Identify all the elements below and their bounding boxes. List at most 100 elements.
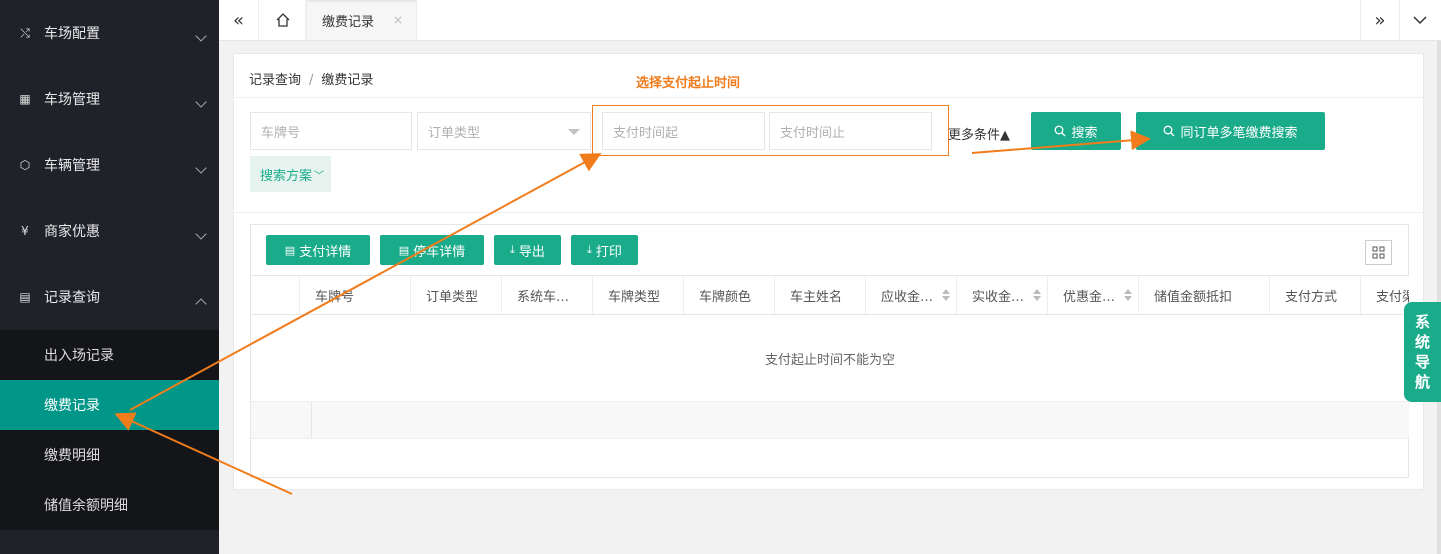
export-button[interactable]: ⤓ 导出 bbox=[494, 235, 561, 265]
tab-payment-records[interactable]: 缴费记录 × bbox=[306, 0, 417, 40]
column-header[interactable]: 车牌号 bbox=[300, 276, 411, 314]
empty-message: 支付起止时间不能为空 bbox=[764, 353, 895, 368]
scroll-left-icon[interactable]: « bbox=[219, 0, 259, 40]
sysnav-char: 导 bbox=[1414, 353, 1430, 371]
content-card: 记录查询 / 缴费记录 选择支付起止时间 车牌号 订单类型 支付时间起 支付时间止 … bbox=[233, 53, 1424, 490]
order-type-select[interactable]: 订单类型 bbox=[417, 112, 591, 150]
export-label: 导出 bbox=[518, 244, 545, 260]
sortable-column-header[interactable]: 实收金… bbox=[957, 276, 1048, 314]
menu-item-lot-management[interactable]: ▦ 车场管理 bbox=[0, 66, 219, 132]
column-header[interactable]: 车牌颜色 bbox=[684, 276, 775, 314]
menu-label: 车场配置 bbox=[44, 26, 100, 42]
column-label: 应收金… bbox=[881, 290, 934, 305]
yen-icon: ¥ bbox=[21, 224, 29, 238]
column-header[interactable]: 支付渠 bbox=[1361, 276, 1409, 314]
list-icon: ▤ bbox=[398, 243, 410, 257]
scroll-right-icon[interactable]: » bbox=[1360, 0, 1400, 40]
chevron-up-icon bbox=[195, 298, 207, 310]
sidebar-item-entry-exit-records[interactable]: 出入场记录 bbox=[0, 330, 219, 380]
tools-icon: ⤭ bbox=[20, 25, 30, 40]
plate-number-input[interactable]: 车牌号 bbox=[250, 112, 412, 150]
caret-down-icon bbox=[568, 129, 580, 135]
search-button[interactable]: 搜索 bbox=[1031, 112, 1121, 150]
menu-label: 车辆管理 bbox=[44, 158, 100, 174]
scrollbar[interactable] bbox=[1437, 41, 1441, 554]
menu-label: 记录查询 bbox=[44, 290, 100, 306]
sortable-column-header[interactable]: 应收金… bbox=[866, 276, 957, 314]
menu-item-lot-config[interactable]: ⤭ 车场配置 bbox=[0, 0, 219, 66]
footer-cell bbox=[251, 402, 312, 439]
sysnav-char: 航 bbox=[1414, 373, 1430, 391]
breadcrumb: 记录查询 / 缴费记录 bbox=[249, 69, 373, 88]
sidebar-item-balance-details[interactable]: 储值余额明细 bbox=[0, 480, 219, 530]
search-button-label: 搜索 bbox=[1071, 125, 1098, 141]
breadcrumb-separator: / bbox=[309, 73, 314, 88]
table-header: 车牌号 订单类型 系统车… 车牌类型 车牌颜色 车主姓名 应收金… 实收金… 优… bbox=[251, 275, 1409, 315]
download-icon: ⤓ bbox=[587, 243, 592, 256]
multi-search-label: 同订单多笔缴费搜索 bbox=[1180, 125, 1298, 141]
column-label: 实收金… bbox=[972, 290, 1025, 305]
column-header[interactable]: 储值金额抵扣 bbox=[1139, 276, 1270, 314]
column-label: 优惠金… bbox=[1063, 290, 1116, 305]
table-footer bbox=[251, 401, 1409, 439]
column-header[interactable]: 车牌类型 bbox=[593, 276, 684, 314]
menu-item-record-query[interactable]: ▤ 记录查询 bbox=[0, 264, 219, 330]
list-icon: ▤ bbox=[284, 243, 296, 257]
menu-label: 商家优惠 bbox=[44, 224, 100, 240]
sysnav-char: 系 bbox=[1414, 313, 1430, 331]
chevron-down-icon bbox=[195, 162, 207, 174]
column-header[interactable]: 系统车… bbox=[502, 276, 593, 314]
chevron-down-icon: ﹀ bbox=[314, 170, 325, 182]
tab-bar: « 缴费记录 × » bbox=[219, 0, 1441, 41]
sidebar-item-payment-records[interactable]: 缴费记录 bbox=[0, 380, 219, 430]
column-header[interactable]: 支付方式 bbox=[1270, 276, 1361, 314]
order-type-placeholder: 订单类型 bbox=[428, 125, 481, 141]
breadcrumb-root[interactable]: 记录查询 bbox=[249, 73, 301, 88]
park-detail-button[interactable]: ▤ 停车详情 bbox=[380, 235, 484, 265]
clipboard-icon: ▤ bbox=[19, 290, 31, 304]
divider bbox=[234, 212, 1423, 213]
divider bbox=[234, 97, 1423, 98]
chevron-down-icon[interactable] bbox=[1400, 0, 1440, 40]
submenu: 出入场记录 缴费记录 缴费明细 储值余额明细 bbox=[0, 330, 219, 530]
column-header[interactable]: 订单类型 bbox=[411, 276, 502, 314]
chevron-down-icon bbox=[195, 30, 207, 42]
chevron-down-icon bbox=[195, 228, 207, 240]
cube-icon: ⬡ bbox=[19, 158, 31, 172]
search-icon bbox=[1055, 125, 1066, 137]
tab-label: 缴费记录 bbox=[322, 14, 375, 30]
pay-detail-button[interactable]: ▤ 支付详情 bbox=[266, 235, 370, 265]
print-label: 打印 bbox=[595, 244, 622, 260]
home-icon[interactable] bbox=[260, 0, 306, 40]
annotation-text: 选择支付起止时间 bbox=[636, 76, 741, 91]
column-toggle-icon[interactable] bbox=[1365, 240, 1392, 265]
data-table: ▤ 支付详情 ▤ 停车详情 ⤓ 导出 ⤓ 打印 车牌号 订单类型 系统车… 车牌类型 车… bbox=[250, 224, 1409, 478]
system-navigation-button[interactable]: 系 统 导 航 bbox=[1404, 302, 1441, 402]
sysnav-char: 统 bbox=[1414, 333, 1430, 351]
close-icon[interactable]: × bbox=[393, 13, 403, 27]
sort-icon[interactable] bbox=[942, 289, 950, 301]
menu-item-merchant-discount[interactable]: ¥ 商家优惠 bbox=[0, 198, 219, 264]
checkbox-column bbox=[251, 276, 300, 314]
menu-label: 车场管理 bbox=[44, 92, 100, 108]
print-button[interactable]: ⤓ 打印 bbox=[571, 235, 638, 265]
sortable-column-header[interactable]: 优惠金… bbox=[1048, 276, 1139, 314]
multi-payment-search-button[interactable]: 同订单多笔缴费搜索 bbox=[1136, 112, 1325, 150]
chevron-down-icon bbox=[195, 96, 207, 108]
annotation-highlight-box bbox=[592, 105, 949, 156]
pay-detail-label: 支付详情 bbox=[299, 244, 352, 260]
search-icon bbox=[1164, 125, 1175, 137]
search-scheme-dropdown[interactable]: 搜索方案 ﹀ bbox=[250, 156, 331, 192]
sidebar: ⤭ 车场配置 ▦ 车场管理 ⬡ 车辆管理 ¥ 商家优惠 ▤ 记录查询 出入场记录… bbox=[0, 0, 219, 554]
park-detail-label: 停车详情 bbox=[413, 244, 466, 260]
search-scheme-label: 搜索方案 bbox=[260, 168, 313, 184]
column-header[interactable]: 车主姓名 bbox=[775, 276, 866, 314]
menu-item-vehicle-management[interactable]: ⬡ 车辆管理 bbox=[0, 132, 219, 198]
more-conditions-link[interactable]: 更多条件▲ bbox=[948, 124, 1010, 143]
sidebar-item-payment-details[interactable]: 缴费明细 bbox=[0, 430, 219, 480]
sort-icon[interactable] bbox=[1124, 289, 1132, 301]
sort-icon[interactable] bbox=[1033, 289, 1041, 301]
download-icon: ⤓ bbox=[510, 243, 515, 256]
grid-icon: ▦ bbox=[19, 92, 31, 106]
breadcrumb-current: 缴费记录 bbox=[321, 73, 374, 88]
